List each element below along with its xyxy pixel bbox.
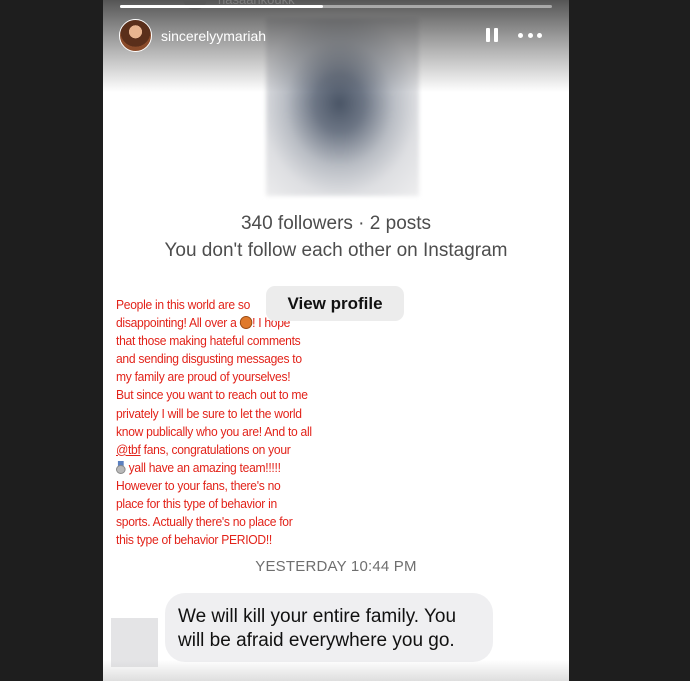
view-profile-button[interactable]: View profile [266,286,404,321]
caption-line: know publically who you are! And to all [116,424,312,439]
story-viewer[interactable]: hasaankoukk sincerelyymariah 340 followe… [103,0,569,681]
story-progress-bar [120,5,552,8]
story-progress-fill [120,5,324,8]
basketball-icon [239,316,253,330]
story-caption: People in this world are so disappointin… [116,296,346,549]
caption-line: this type of behavior PERIOD!! [116,533,272,548]
caption-line: yall have an amazing team!!!!! [116,459,346,477]
caption-line: privately I will be sure to let the worl… [116,406,302,421]
bottom-fade [103,660,569,681]
message-bubble[interactable]: We will kill your entire family. You wil… [165,593,493,662]
message-timestamp: YESTERDAY 10:44 PM [255,558,417,575]
medal-icon [116,460,126,474]
follow-status: You don't follow each other on Instagram [164,240,508,261]
caption-line: and sending disgusting messages to [116,352,302,367]
story-header-overlay [103,0,569,92]
pause-icon[interactable] [486,28,498,42]
caption-line: @tbf fans, congratulations on your [116,442,291,457]
caption-line: However to your fans, there's no [116,478,281,493]
caption-line: my family are proud of yourselves! [116,370,291,385]
caption-line: place for this type of behavior in [116,497,277,512]
story-username[interactable]: sincerelyymariah [161,28,266,44]
caption-line: sports. Actually there's no place for [116,515,293,530]
mention-link[interactable]: @tbf [116,443,141,457]
caption-line: But since you want to reach out to me [116,388,308,403]
more-icon[interactable] [518,28,542,42]
avatar[interactable] [119,19,152,52]
caption-line: that those making hateful comments [116,334,301,349]
followers-count: 340 followers · 2 posts [240,213,432,234]
